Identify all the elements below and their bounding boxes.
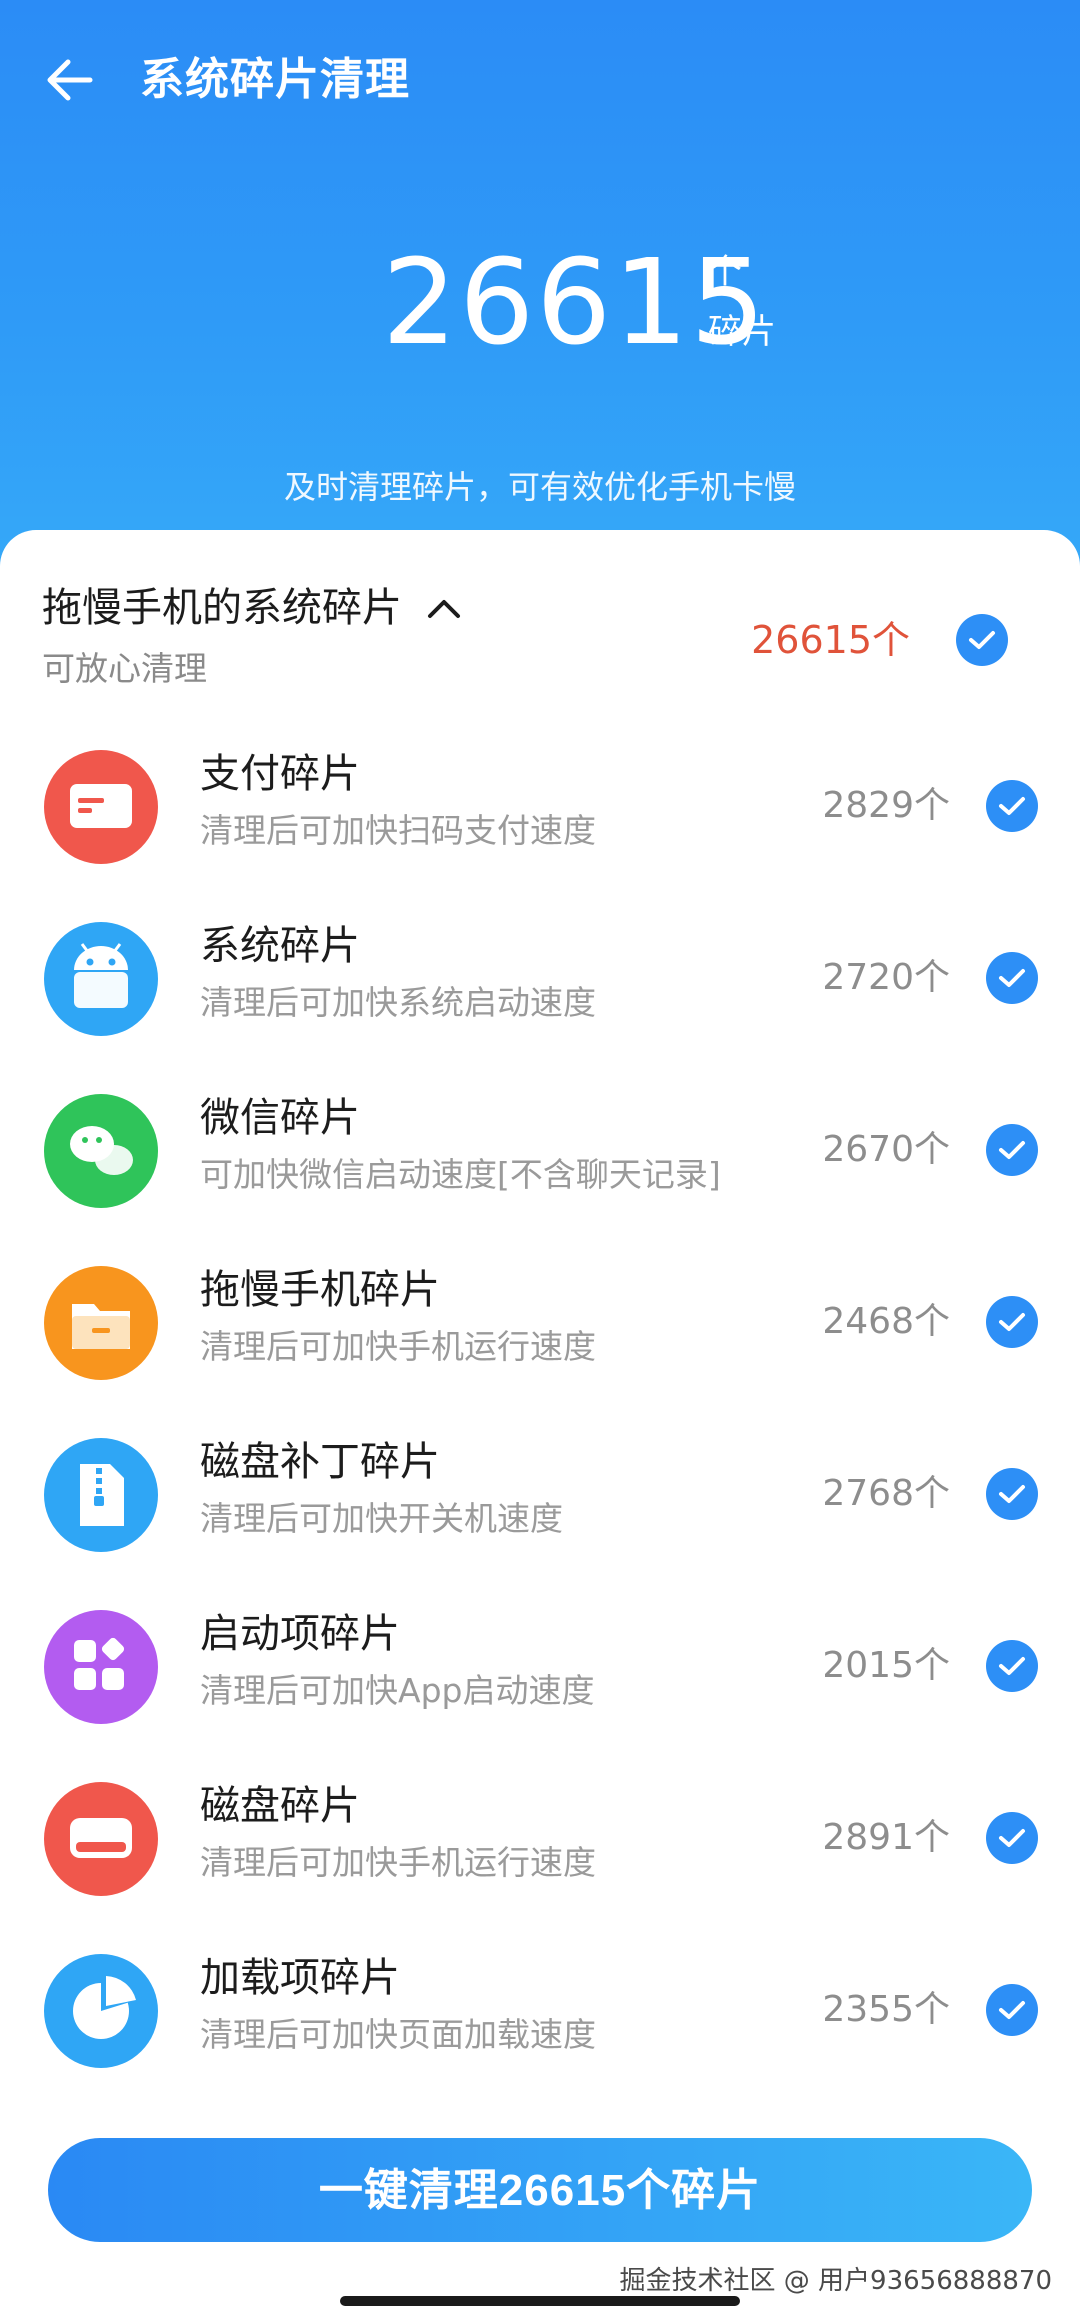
item-count: 2768个 (822, 1473, 950, 1514)
page-title: 系统碎片清理 (140, 54, 410, 105)
optimize-tip: 及时清理碎片，可有效优化手机卡慢 (283, 468, 796, 506)
pie-chart-icon (44, 1954, 158, 2068)
item-subtitle: 清理后可加快扫码支付速度 (200, 811, 596, 850)
chevron-up-icon[interactable] (424, 592, 464, 622)
checkmark-icon (999, 797, 1025, 815)
item-title: 微信碎片 (200, 1095, 360, 1141)
group-checkbox[interactable] (956, 614, 1008, 666)
item-subtitle: 清理后可加快App启动速度 (200, 1671, 595, 1710)
checkmark-icon (999, 969, 1025, 987)
item-subtitle: 清理后可加快手机运行速度 (200, 1327, 596, 1366)
item-title: 拖慢手机碎片 (200, 1267, 440, 1313)
item-count: 2720个 (822, 957, 950, 998)
home-indicator[interactable] (340, 2296, 740, 2306)
android-robot-icon (44, 922, 158, 1036)
checkmark-icon (999, 1141, 1025, 1159)
group-count: 26615个 (751, 618, 910, 662)
item-count: 2015个 (822, 1645, 950, 1686)
item-title: 支付碎片 (200, 751, 360, 797)
payment-card-icon (44, 750, 158, 864)
fragment-item-row[interactable]: 系统碎片 清理后可加快系统启动速度 2720个 (0, 896, 1080, 1068)
fragment-item-row[interactable]: 加载项碎片 清理后可加快页面加载速度 2355个 (0, 1928, 1080, 2100)
fragment-list-card: 拖慢手机的系统碎片 可放心清理 26615个 支付碎片 清理后可加快扫码支付速度… (0, 530, 1080, 2130)
item-count: 2670个 (822, 1129, 950, 1170)
item-subtitle: 清理后可加快开关机速度 (200, 1499, 563, 1538)
header-banner: 系统碎片清理 26615 个 碎片 及时清理碎片，可有效优化手机卡慢 (0, 0, 1080, 600)
fragment-group-header[interactable]: 拖慢手机的系统碎片 可放心清理 26615个 (42, 580, 1038, 710)
item-count: 2355个 (822, 1989, 950, 2030)
back-arrow-icon[interactable] (40, 50, 100, 110)
fragment-item-row[interactable]: 微信碎片 可加快微信启动速度[不含聊天记录] 2670个 (0, 1068, 1080, 1240)
item-checkbox[interactable] (986, 1296, 1038, 1348)
item-title: 系统碎片 (200, 923, 360, 969)
item-title: 启动项碎片 (200, 1611, 400, 1657)
item-title: 磁盘碎片 (200, 1783, 360, 1829)
one-click-clean-button[interactable]: 一键清理26615个碎片 (48, 2138, 1032, 2242)
item-count: 2829个 (822, 785, 950, 826)
item-checkbox[interactable] (986, 1640, 1038, 1692)
item-checkbox[interactable] (986, 1124, 1038, 1176)
fragment-item-row[interactable]: 启动项碎片 清理后可加快App启动速度 2015个 (0, 1584, 1080, 1756)
folder-icon (44, 1266, 158, 1380)
item-checkbox[interactable] (986, 1468, 1038, 1520)
fragment-item-row[interactable]: 磁盘碎片 清理后可加快手机运行速度 2891个 (0, 1756, 1080, 1928)
item-checkbox[interactable] (986, 1984, 1038, 2036)
item-title: 磁盘补丁碎片 (200, 1439, 440, 1485)
item-subtitle: 可加快微信启动速度[不含聊天记录] (200, 1155, 721, 1194)
bottom-action-bar: 一键清理26615个碎片 掘金技术社区 @ 用户93656888870 (0, 2110, 1080, 2318)
item-subtitle: 清理后可加快页面加载速度 (200, 2015, 596, 2054)
total-unit-label: 碎片 (708, 312, 776, 352)
fragment-item-row[interactable]: 拖慢手机碎片 清理后可加快手机运行速度 2468个 (0, 1240, 1080, 1412)
checkmark-icon (999, 1313, 1025, 1331)
total-unit: 个 (708, 252, 742, 292)
item-title: 加载项碎片 (200, 1955, 400, 2001)
checkmark-icon (999, 2001, 1025, 2019)
checkmark-icon (969, 631, 995, 649)
item-checkbox[interactable] (986, 952, 1038, 1004)
zip-file-icon (44, 1438, 158, 1552)
item-count: 2468个 (822, 1301, 950, 1342)
fragment-item-row[interactable]: 支付碎片 清理后可加快扫码支付速度 2829个 (0, 724, 1080, 896)
wechat-icon (44, 1094, 158, 1208)
item-count: 2891个 (822, 1817, 950, 1858)
checkmark-icon (999, 1657, 1025, 1675)
group-title: 拖慢手机的系统碎片 (42, 585, 402, 631)
apps-grid-icon (44, 1610, 158, 1724)
item-checkbox[interactable] (986, 780, 1038, 832)
disk-drive-icon (44, 1782, 158, 1896)
group-subtitle: 可放心清理 (42, 649, 207, 688)
checkmark-icon (999, 1829, 1025, 1847)
item-subtitle: 清理后可加快系统启动速度 (200, 983, 596, 1022)
item-checkbox[interactable] (986, 1812, 1038, 1864)
watermark: 掘金技术社区 @ 用户93656888870 (619, 2266, 1053, 2296)
checkmark-icon (999, 1485, 1025, 1503)
fragment-item-row[interactable]: 磁盘补丁碎片 清理后可加快开关机速度 2768个 (0, 1412, 1080, 1584)
fragment-total: 26615 个 碎片 (0, 232, 1080, 372)
item-subtitle: 清理后可加快手机运行速度 (200, 1843, 596, 1882)
